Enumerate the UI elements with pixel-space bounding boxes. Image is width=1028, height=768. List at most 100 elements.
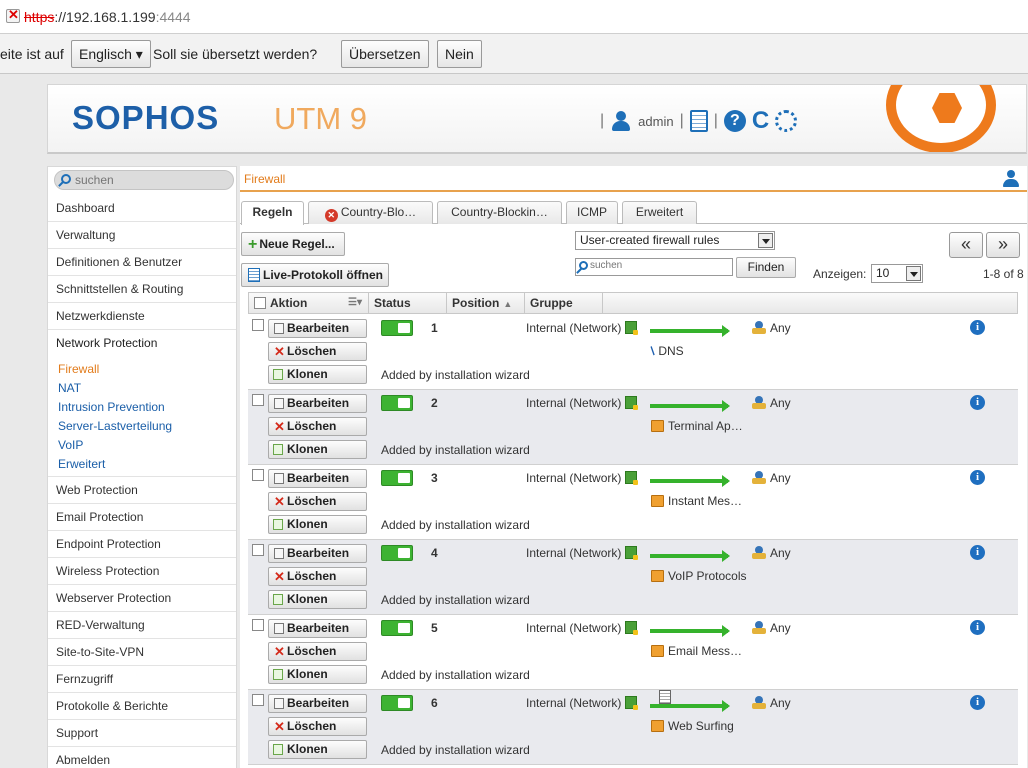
row-checkbox[interactable]: [252, 694, 264, 706]
no-translate-button[interactable]: Nein: [437, 40, 482, 68]
clone-button[interactable]: Klonen: [268, 515, 367, 534]
next-page-button[interactable]: »: [986, 232, 1020, 258]
live-log-button[interactable]: Live-Protokoll öffnen: [241, 263, 389, 287]
sidebar-item-web-protection[interactable]: Web Protection: [48, 477, 236, 504]
rule-search[interactable]: [575, 258, 733, 276]
sidebar-subitem-firewall[interactable]: Firewall: [58, 360, 236, 379]
translate-button[interactable]: Übersetzen: [341, 40, 429, 68]
edit-button[interactable]: Bearbeiten: [268, 694, 367, 713]
delete-button[interactable]: ✕ Löschen: [268, 717, 367, 736]
sidebar-item-abmelden[interactable]: Abmelden: [48, 747, 236, 768]
rule-service[interactable]: VoIP Protocols: [651, 569, 747, 583]
clone-button[interactable]: Klonen: [268, 665, 367, 684]
sidebar-item-endpoint-protection[interactable]: Endpoint Protection: [48, 531, 236, 558]
sidebar-item-protokolle[interactable]: Protokolle & Berichte: [48, 693, 236, 720]
column-position[interactable]: Position ▲: [447, 293, 525, 313]
rule-enabled-toggle[interactable]: [381, 545, 413, 561]
sidebar-item-email-protection[interactable]: Email Protection: [48, 504, 236, 531]
sidebar-item-network-protection[interactable]: Network Protection: [48, 330, 236, 357]
rule-enabled-toggle[interactable]: [381, 395, 413, 411]
row-checkbox[interactable]: [252, 394, 264, 406]
column-menu-icon[interactable]: ☰▾: [348, 293, 362, 313]
rule-service[interactable]: /DNS: [648, 344, 684, 358]
sidebar-subitem-erweitert[interactable]: Erweitert: [58, 455, 236, 474]
sidebar-subitem-voip[interactable]: VoIP: [58, 436, 236, 455]
sidebar-item-site-to-site-vpn[interactable]: Site-to-Site-VPN: [48, 639, 236, 666]
rule-search-input[interactable]: [590, 260, 730, 271]
sidebar-item-wireless-protection[interactable]: Wireless Protection: [48, 558, 236, 585]
delete-button[interactable]: ✕ Löschen: [268, 567, 367, 586]
username[interactable]: admin: [638, 114, 673, 129]
rule-enabled-toggle[interactable]: [381, 470, 413, 486]
sidebar-item-netzwerkdienste[interactable]: Netzwerkdienste: [48, 303, 236, 330]
row-checkbox[interactable]: [252, 619, 264, 631]
column-gruppe[interactable]: Gruppe: [525, 293, 603, 313]
sidebar-search[interactable]: [54, 170, 234, 190]
column-aktion[interactable]: Aktion ☰▾: [249, 293, 369, 313]
reload-icon[interactable]: C: [752, 109, 769, 133]
user-icon[interactable]: [610, 110, 632, 132]
rule-enabled-toggle[interactable]: [381, 320, 413, 336]
edit-button[interactable]: Bearbeiten: [268, 544, 367, 563]
user-profile-icon[interactable]: [1003, 170, 1019, 188]
clone-button[interactable]: Klonen: [268, 440, 367, 459]
rule-service[interactable]: Terminal Ap…: [651, 419, 743, 433]
sidebar-item-schnittstellen[interactable]: Schnittstellen & Routing: [48, 276, 236, 303]
tab-regeln[interactable]: Regeln: [241, 201, 304, 225]
rule-destination[interactable]: Any: [752, 546, 791, 560]
sidebar-item-red-verwaltung[interactable]: RED-Verwaltung: [48, 612, 236, 639]
edit-button[interactable]: Bearbeiten: [268, 619, 367, 638]
column-status[interactable]: Status: [369, 293, 447, 313]
rule-enabled-toggle[interactable]: [381, 620, 413, 636]
info-icon[interactable]: i: [970, 470, 985, 485]
delete-button[interactable]: ✕ Löschen: [268, 342, 367, 361]
sidebar-item-definitionen[interactable]: Definitionen & Benutzer: [48, 249, 236, 276]
sidebar-search-input[interactable]: [75, 172, 225, 188]
delete-button[interactable]: ✕ Löschen: [268, 417, 367, 436]
url-text[interactable]: https://192.168.1.199:4444: [24, 9, 191, 25]
rule-source[interactable]: Internal (Network): [526, 321, 639, 335]
rule-source[interactable]: Internal (Network): [526, 546, 639, 560]
breadcrumb-firewall[interactable]: Firewall: [244, 172, 285, 186]
delete-button[interactable]: ✕ Löschen: [268, 642, 367, 661]
sidebar-item-support[interactable]: Support: [48, 720, 236, 747]
rule-destination[interactable]: Any: [752, 471, 791, 485]
sidebar-subitem-nat[interactable]: NAT: [58, 379, 236, 398]
sidebar-item-fernzugriff[interactable]: Fernzugriff: [48, 666, 236, 693]
find-button[interactable]: Finden: [736, 257, 796, 278]
help-icon[interactable]: ?: [723, 110, 746, 132]
new-rule-button[interactable]: + Neue Regel...: [241, 232, 345, 256]
info-icon[interactable]: i: [970, 695, 985, 710]
prev-page-button[interactable]: «: [949, 232, 983, 258]
info-icon[interactable]: i: [970, 620, 985, 635]
rule-destination[interactable]: Any: [752, 321, 791, 335]
rule-source[interactable]: Internal (Network): [526, 396, 639, 410]
row-checkbox[interactable]: [252, 319, 264, 331]
browser-url-bar[interactable]: https://192.168.1.199:4444: [0, 0, 1028, 34]
rule-service[interactable]: Email Mess…: [651, 644, 742, 658]
tab-erweitert[interactable]: Erweitert: [622, 201, 697, 224]
rule-destination[interactable]: Any: [752, 621, 791, 635]
rule-source[interactable]: Internal (Network): [526, 696, 639, 710]
sidebar-subitem-server-lastverteilung[interactable]: Server-Lastverteilung: [58, 417, 236, 436]
edit-button[interactable]: Bearbeiten: [268, 319, 367, 338]
info-icon[interactable]: i: [970, 320, 985, 335]
activity-spinner-icon[interactable]: [775, 110, 798, 132]
edit-button[interactable]: Bearbeiten: [268, 469, 367, 488]
rule-service[interactable]: Instant Mes…: [651, 494, 742, 508]
rule-service[interactable]: Web Surfing: [651, 719, 734, 733]
language-select[interactable]: Englisch ▾: [71, 40, 151, 68]
rule-destination[interactable]: Any: [752, 396, 791, 410]
tab-country-blocking[interactable]: ✕ Country-Blo…: [308, 201, 433, 224]
rule-filter-select[interactable]: User-created firewall rules: [575, 231, 775, 250]
rule-source[interactable]: Internal (Network): [526, 621, 639, 635]
row-checkbox[interactable]: [252, 544, 264, 556]
row-checkbox[interactable]: [252, 469, 264, 481]
rule-source[interactable]: Internal (Network): [526, 471, 639, 485]
tab-country-blocking-exceptions[interactable]: Country-Blockin…: [437, 201, 562, 224]
rule-destination[interactable]: Any: [752, 696, 791, 710]
documentation-icon[interactable]: [689, 110, 708, 132]
info-icon[interactable]: i: [970, 545, 985, 560]
info-icon[interactable]: i: [970, 395, 985, 410]
clone-button[interactable]: Klonen: [268, 740, 367, 759]
